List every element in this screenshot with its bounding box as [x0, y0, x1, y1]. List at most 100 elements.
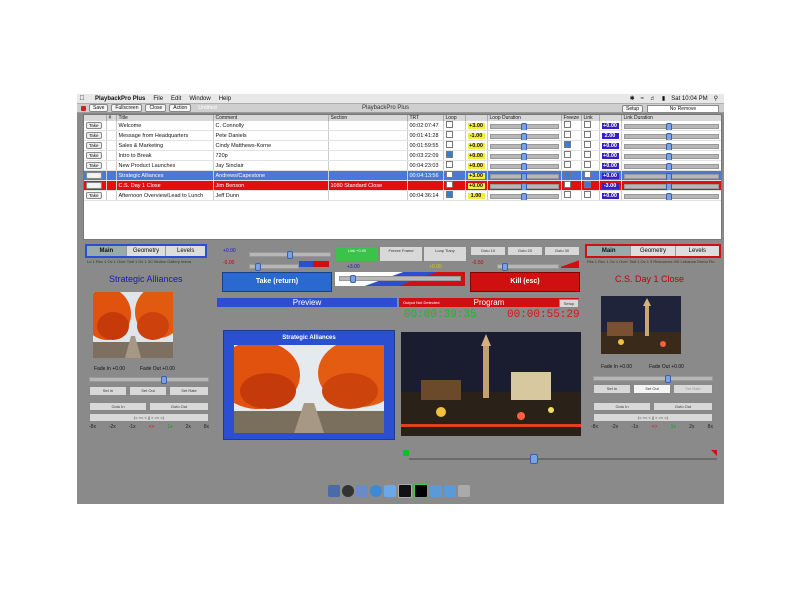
spotlight-icon[interactable]: ⚲ — [714, 95, 718, 102]
cue-title[interactable]: Sales & Marketing — [116, 140, 214, 151]
tab-main[interactable]: Main — [87, 246, 127, 256]
program-set-out-button[interactable]: Set Out — [633, 384, 671, 394]
link-duration-slider[interactable] — [623, 192, 719, 200]
tab-main-program[interactable]: Main — [587, 246, 632, 256]
loop-duration-slider[interactable] — [489, 172, 559, 180]
link-duration-slider[interactable] — [623, 122, 719, 130]
cue-title[interactable]: Intro to Break — [116, 150, 214, 161]
freeze-checkbox[interactable] — [563, 161, 571, 168]
slider-knob[interactable] — [520, 172, 527, 180]
slider-knob[interactable] — [286, 251, 293, 259]
slider-knob[interactable] — [666, 182, 673, 190]
take-button[interactable]: Take — [86, 161, 102, 169]
wifi-icon[interactable]: ≈ — [641, 96, 644, 102]
tab-levels-program[interactable]: Levels — [676, 246, 719, 256]
program-speed-1x[interactable]: 1x — [671, 424, 676, 430]
cue-section[interactable] — [328, 190, 408, 201]
loop-duration-slider[interactable] — [489, 132, 559, 140]
tab-levels[interactable]: Levels — [166, 246, 205, 256]
cue-comment[interactable]: Jim Benson — [213, 180, 329, 191]
timeline-start-marker[interactable] — [403, 450, 409, 456]
kill-esc-button[interactable]: Kill (esc) — [470, 272, 580, 292]
fade-out-label[interactable]: Fade Out +0.00 — [140, 366, 175, 372]
goto-30-button[interactable]: Goto 30 — [544, 246, 580, 256]
close-window-icon[interactable] — [81, 105, 86, 111]
program-speed-8x[interactable]: 8x — [708, 424, 713, 430]
close-button[interactable]: Close — [145, 104, 167, 112]
cue-title[interactable]: C.S. Day 1 Close — [116, 180, 214, 191]
link-toggle-button[interactable]: Link +0.00 — [335, 246, 379, 262]
speed-minus-2x[interactable]: -2x — [109, 424, 116, 430]
link-checkbox[interactable] — [583, 121, 591, 128]
table-row[interactable]: Take New Product Launches Jay Sinclair 0… — [84, 160, 721, 171]
slider-knob[interactable] — [254, 263, 261, 271]
cue-section[interactable] — [328, 121, 408, 131]
trash-icon[interactable] — [458, 485, 470, 497]
remote-select[interactable]: No Remove — [647, 105, 719, 113]
link-duration-slider[interactable] — [623, 172, 719, 180]
link-volume-value[interactable]: +0.00 — [601, 162, 619, 169]
freeze-checkbox[interactable] — [563, 171, 571, 178]
link-checkbox[interactable] — [583, 131, 591, 138]
cue-comment[interactable]: Jay Sinclair — [213, 160, 329, 171]
slider-knob[interactable] — [666, 192, 673, 200]
speed-8x[interactable]: 8x — [204, 424, 209, 430]
slider-knob[interactable] — [520, 192, 527, 200]
apple-icon[interactable]:  — [77, 95, 87, 102]
program-speed-minus-2x[interactable]: -2x — [611, 424, 618, 430]
terminal-icon[interactable] — [398, 484, 412, 498]
link-volume-value[interactable]: +0.00 — [601, 172, 619, 179]
link-volume-value[interactable]: +0.00 — [601, 142, 619, 149]
speed-pause[interactable]: <> — [149, 424, 155, 430]
link-checkbox[interactable] — [583, 161, 591, 168]
cue-title[interactable]: Strategic Alliances — [116, 170, 214, 181]
slider-knob[interactable] — [666, 162, 673, 170]
take-button[interactable]: Take — [86, 171, 102, 179]
link-checkbox[interactable] — [583, 141, 591, 148]
link-volume-value[interactable]: +0.00 — [601, 152, 619, 159]
link-duration-slider[interactable] — [623, 182, 719, 190]
transport-controls[interactable]: |< << < || > >> >| — [89, 413, 209, 422]
program-speed-minus-1x[interactable]: -1x — [631, 424, 638, 430]
menubar-clock[interactable]: Sat 10:04 PM — [671, 96, 707, 102]
loop-checkbox[interactable] — [445, 131, 453, 138]
timeline-track[interactable] — [409, 458, 717, 460]
speed-1x[interactable]: 1x — [167, 424, 172, 430]
table-row[interactable]: Take Sales & Marketing Cindy Matthews-Ko… — [84, 140, 721, 151]
cue-section[interactable] — [328, 160, 408, 171]
preview-fade-slider[interactable] — [89, 376, 209, 384]
menu-edit[interactable]: Edit — [171, 96, 181, 102]
loop-duration-slider[interactable] — [489, 182, 559, 190]
timeline-end-marker[interactable] — [711, 450, 717, 456]
tab-geometry-program[interactable]: Geometry — [631, 246, 676, 256]
link-volume-value[interactable]: +0.00 — [601, 122, 619, 129]
cue-section[interactable] — [328, 170, 408, 181]
link-checkbox[interactable] — [583, 191, 591, 198]
cue-comment[interactable]: Andrews/Capestone — [213, 170, 329, 181]
tab-geometry[interactable]: Geometry — [127, 246, 167, 256]
slider-knob[interactable] — [160, 376, 167, 384]
cue-comment[interactable]: 720p — [213, 150, 329, 161]
take-button[interactable]: Take — [86, 131, 102, 139]
link-checkbox[interactable] — [583, 171, 591, 178]
goto-out-button[interactable]: Goto Out — [149, 402, 209, 411]
cue-section[interactable]: 1080 Standard Close — [328, 180, 408, 191]
speed-minus-1x[interactable]: -1x — [129, 424, 136, 430]
program-setup-button[interactable]: Setup — [559, 299, 579, 308]
volume-value[interactable]: +0.00 — [467, 182, 485, 189]
set-rate-button[interactable]: Set Rate — [169, 386, 209, 396]
goto-10-button[interactable]: Goto 10 — [470, 246, 506, 256]
link-checkbox[interactable] — [583, 181, 591, 188]
program-level-slider[interactable] — [497, 263, 559, 271]
freeze-checkbox[interactable] — [563, 121, 571, 128]
set-in-button[interactable]: Set In — [89, 386, 127, 396]
cue-title[interactable]: Message from Headquarters — [116, 130, 214, 141]
freeze-checkbox[interactable] — [563, 131, 571, 138]
cue-comment[interactable]: Cindy Matthews-Korne — [213, 140, 329, 151]
cue-comment[interactable]: C. Connolly — [213, 121, 329, 131]
folder-icon[interactable] — [430, 485, 442, 497]
table-row[interactable]: Take Message from Headquarters Pete Dani… — [84, 130, 721, 141]
speed-2x[interactable]: 2x — [186, 424, 191, 430]
program-set-in-button[interactable]: Set In — [593, 384, 631, 394]
volume-value[interactable]: +0.00 — [467, 142, 485, 149]
